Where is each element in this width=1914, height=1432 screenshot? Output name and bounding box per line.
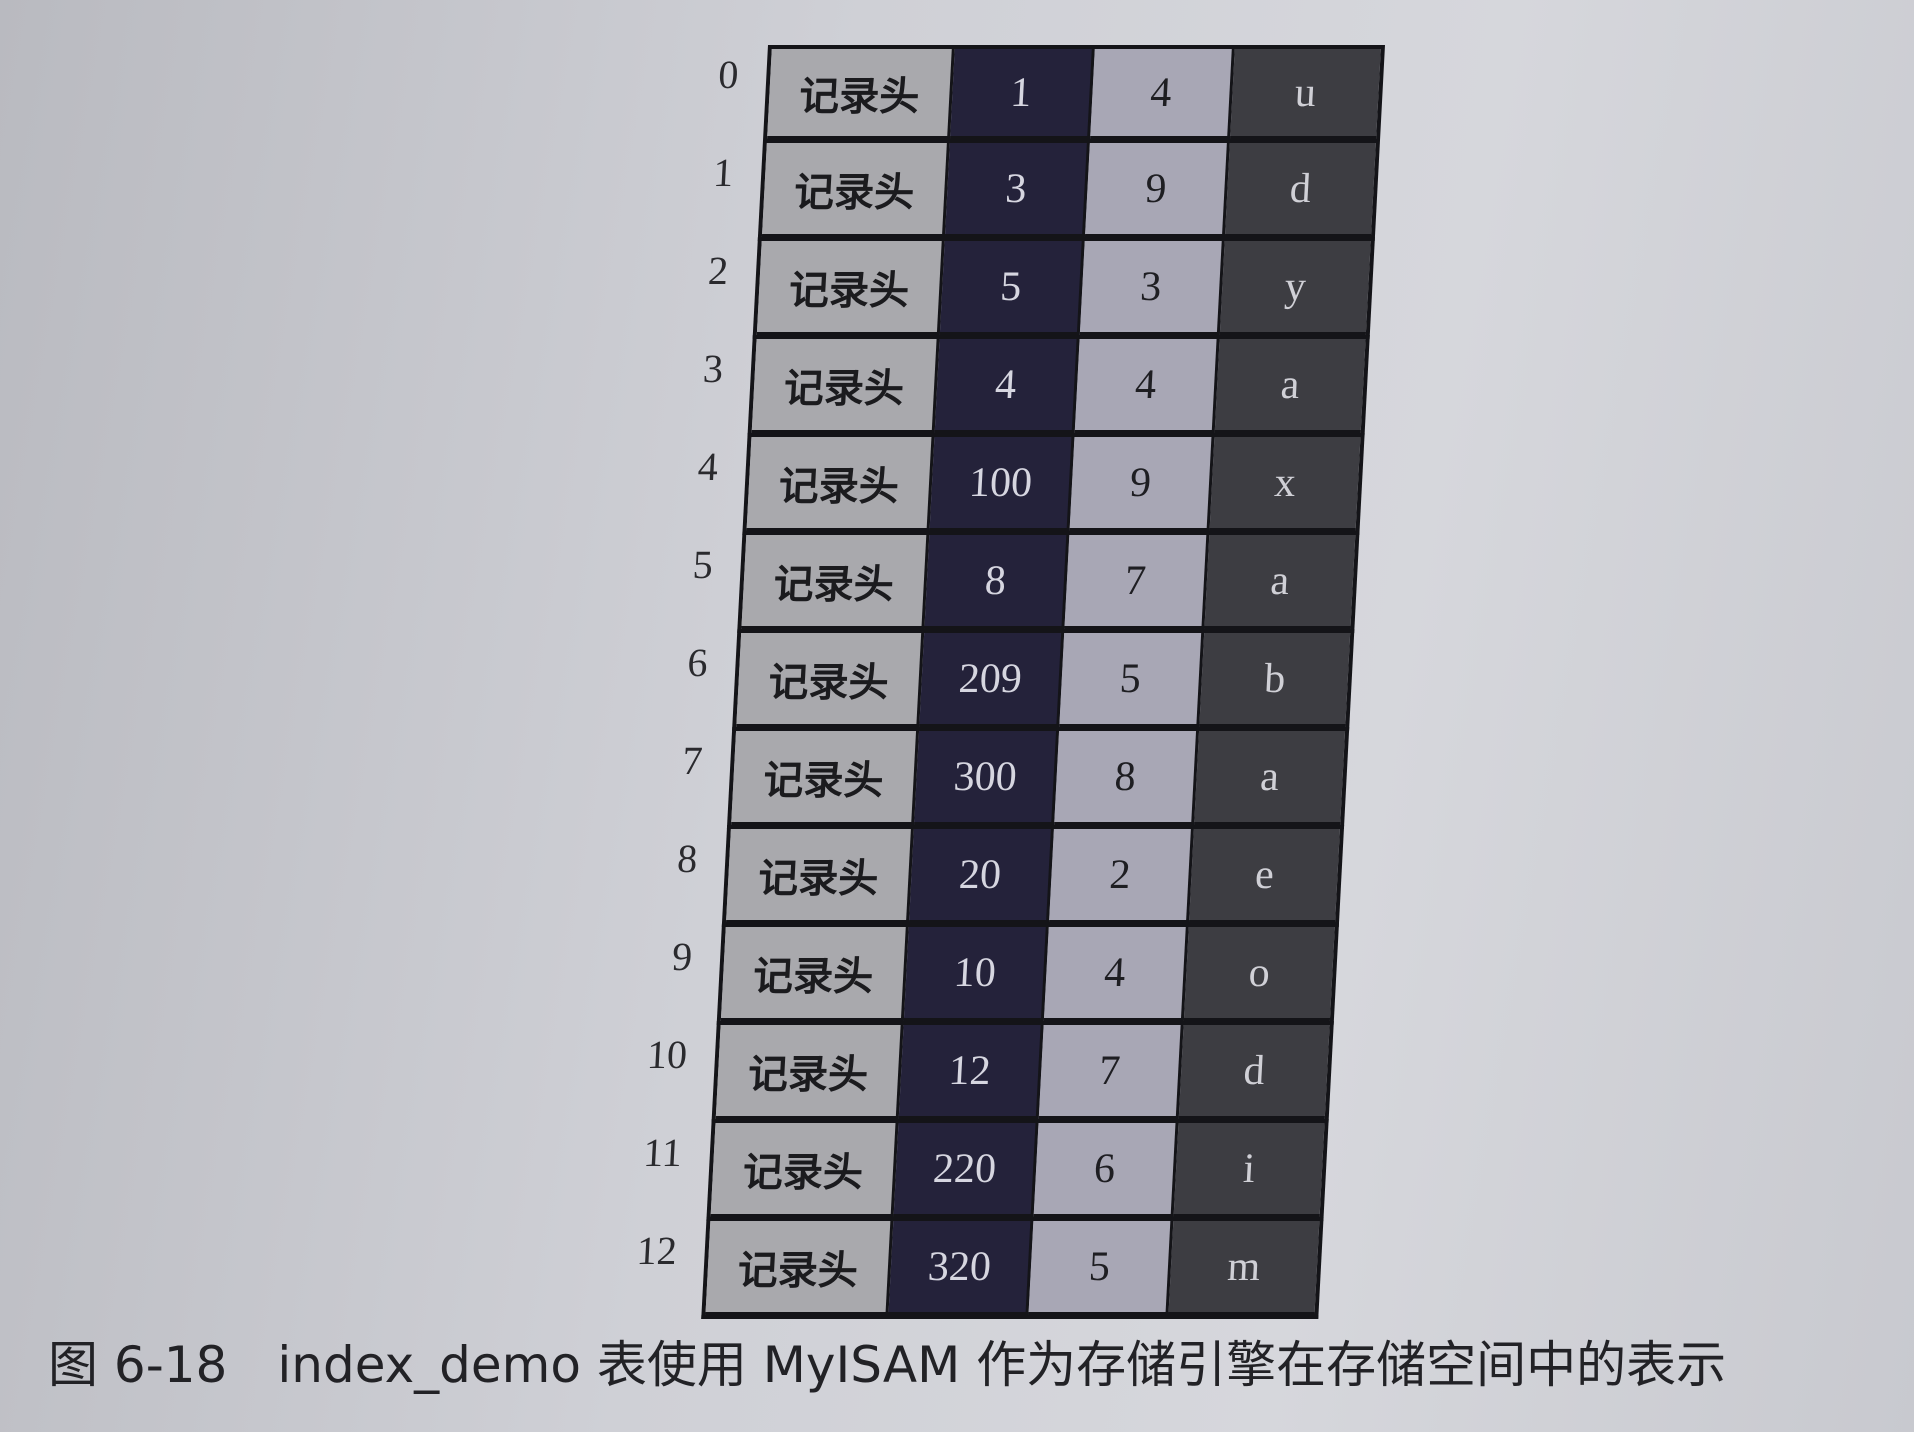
record-header-cell: 记录头 — [741, 535, 930, 629]
record-header-cell: 记录头 — [720, 927, 909, 1021]
record-header-cell: 记录头 — [746, 437, 935, 531]
record-row: 12 记录头 320 5 m — [573, 1221, 1324, 1319]
record-row: 11 记录头 220 6 i — [578, 1123, 1329, 1221]
row-index: 7 — [681, 738, 704, 783]
record-header-cell: 记录头 — [715, 1025, 904, 1119]
record: 记录头 4 4 a — [747, 339, 1370, 437]
figure-caption-text: index_demo 表使用 MyISAM 作为存储引擎在存储空间中的表示 — [277, 1336, 1727, 1394]
column-1-cell: 209 — [919, 633, 1065, 727]
record-row: 3 记录头 4 4 a — [619, 339, 1370, 437]
column-2-cell: 7 — [1064, 535, 1210, 629]
row-index: 10 — [645, 1032, 689, 1077]
row-index: 2 — [707, 248, 730, 293]
row-index: 1 — [712, 150, 735, 195]
column-1-cell: 100 — [929, 437, 1075, 531]
column-1-cell: 10 — [903, 927, 1049, 1021]
column-1-cell: 5 — [939, 241, 1085, 335]
column-3-cell: y — [1219, 241, 1371, 335]
column-2-cell: 5 — [1059, 633, 1205, 727]
column-1-cell: 8 — [924, 535, 1070, 629]
column-3-cell: u — [1230, 49, 1381, 139]
record: 记录头 10 4 o — [716, 927, 1339, 1025]
column-3-cell: d — [1224, 143, 1376, 237]
row-index: 3 — [701, 346, 725, 391]
record-header-cell: 记录头 — [751, 339, 940, 433]
record-header-cell: 记录头 — [736, 633, 925, 727]
column-2-cell: 6 — [1033, 1123, 1179, 1217]
record: 记录头 300 8 a — [726, 731, 1350, 829]
column-1-cell: 12 — [898, 1025, 1044, 1119]
column-2-cell: 7 — [1038, 1025, 1184, 1119]
record-header-cell: 记录头 — [761, 143, 950, 237]
record-row: 7 记录头 300 8 a — [599, 731, 1350, 829]
row-index: 9 — [671, 934, 694, 979]
column-1-cell: 4 — [934, 339, 1080, 433]
column-2-cell: 3 — [1079, 241, 1225, 335]
record: 记录头 209 5 b — [732, 633, 1355, 731]
record: 记录头 20 2 e — [721, 829, 1344, 927]
column-2-cell: 4 — [1043, 927, 1189, 1021]
record-header-cell: 记录头 — [705, 1221, 894, 1315]
row-index: 12 — [635, 1228, 679, 1273]
record: 记录头 5 3 y — [752, 241, 1375, 339]
record-row: 6 记录头 209 5 b — [604, 633, 1355, 731]
column-3-cell: a — [1194, 731, 1346, 825]
record: 记录头 320 5 m — [701, 1221, 1324, 1319]
record-header-cell: 记录头 — [767, 49, 955, 139]
record: 记录头 12 7 d — [711, 1025, 1334, 1123]
row-index: 4 — [696, 444, 720, 489]
record-row: 0 记录头 1 4 u — [635, 45, 1385, 143]
record-row: 2 记录头 5 3 y — [625, 241, 1375, 339]
column-3-cell: o — [1183, 927, 1335, 1021]
record-row: 8 记录头 20 2 e — [594, 829, 1344, 927]
column-1-cell: 300 — [914, 731, 1060, 825]
column-1-cell: 220 — [893, 1123, 1039, 1217]
record-header-cell: 记录头 — [756, 241, 945, 335]
row-index: 6 — [686, 640, 709, 685]
column-3-cell: e — [1188, 829, 1340, 923]
record: 记录头 220 6 i — [706, 1123, 1329, 1221]
record: 记录头 8 7 a — [737, 535, 1360, 633]
record-row: 5 记录头 8 7 a — [609, 535, 1360, 633]
row-index: 0 — [717, 52, 740, 97]
record-row: 1 记录头 3 9 d — [630, 143, 1380, 241]
record-header-cell: 记录头 — [731, 731, 920, 825]
column-1-cell: 320 — [888, 1221, 1034, 1315]
column-3-cell: a — [1204, 535, 1356, 629]
record-header-cell: 记录头 — [725, 829, 914, 923]
column-3-cell: a — [1214, 339, 1366, 433]
row-index: 11 — [642, 1130, 684, 1175]
column-1-cell: 1 — [950, 49, 1095, 139]
record: 记录头 3 9 d — [757, 143, 1380, 241]
column-2-cell: 4 — [1074, 339, 1220, 433]
column-2-cell: 9 — [1069, 437, 1215, 531]
record-header-cell: 记录头 — [710, 1123, 899, 1217]
record: 记录头 1 4 u — [762, 45, 1385, 143]
column-2-cell: 8 — [1054, 731, 1200, 825]
row-index: 8 — [676, 836, 699, 881]
column-3-cell: d — [1178, 1025, 1330, 1119]
column-2-cell: 5 — [1028, 1221, 1174, 1315]
column-3-cell: x — [1209, 437, 1361, 531]
column-3-cell: m — [1168, 1221, 1320, 1315]
column-1-cell: 20 — [908, 829, 1054, 923]
column-2-cell: 4 — [1090, 49, 1235, 139]
column-1-cell: 3 — [944, 143, 1090, 237]
record-row: 9 记录头 10 4 o — [589, 927, 1339, 1025]
record-row: 4 记录头 100 9 x — [614, 437, 1365, 535]
column-2-cell: 2 — [1048, 829, 1194, 923]
column-3-cell: b — [1199, 633, 1351, 727]
record: 记录头 100 9 x — [742, 437, 1365, 535]
column-3-cell: i — [1173, 1123, 1325, 1217]
figure-caption: 图 6-18 index_demo 表使用 MyISAM 作为存储引擎在存储空间中… — [48, 1325, 1726, 1397]
column-2-cell: 9 — [1084, 143, 1230, 237]
record-row: 10 记录头 12 7 d — [584, 1025, 1334, 1123]
figure-number: 图 6-18 — [48, 1336, 228, 1394]
row-index: 5 — [691, 542, 714, 587]
record-storage-diagram: 0 记录头 1 4 u 1 记录头 3 9 d 2 记录头 5 3 y 3 记录… — [573, 45, 1385, 1319]
